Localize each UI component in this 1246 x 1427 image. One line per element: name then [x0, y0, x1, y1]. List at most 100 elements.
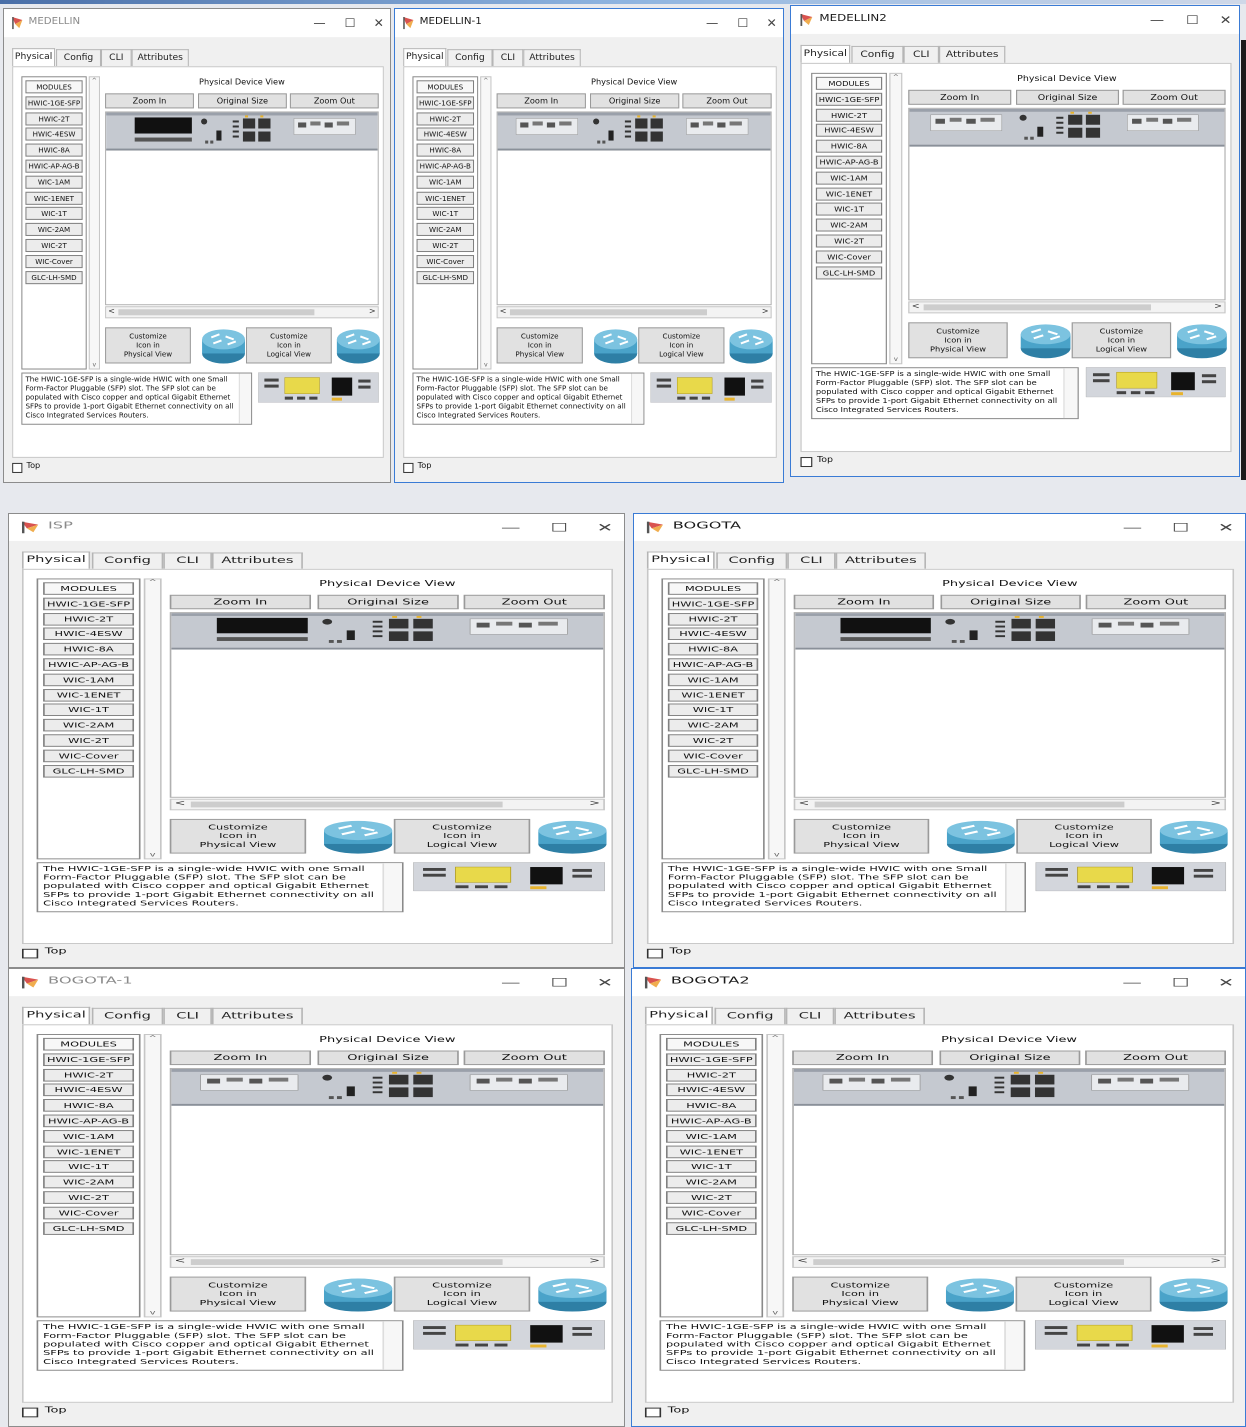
- module-item[interactable]: HWIC-2T: [667, 612, 759, 626]
- module-item[interactable]: HWIC-2T: [25, 112, 83, 126]
- module-item[interactable]: WIC-2T: [416, 238, 475, 253]
- scroll-up-icon[interactable]: ^: [145, 579, 160, 586]
- module-item[interactable]: HWIC-AP-AG-B: [43, 1114, 135, 1128]
- module-item[interactable]: WIC-1AM: [665, 1129, 757, 1143]
- original-size-button[interactable]: Original Size: [1016, 89, 1120, 105]
- scroll-thumb[interactable]: [118, 309, 315, 316]
- tab-cli[interactable]: CLI: [785, 1007, 835, 1025]
- scroll-down-icon[interactable]: v: [145, 852, 160, 859]
- module-item[interactable]: HWIC-1GE-SFP: [43, 1053, 135, 1066]
- customize-physical-icon-button[interactable]: Customize Icon in Physical View: [793, 818, 930, 854]
- tab-cli[interactable]: CLI: [787, 552, 836, 569]
- module-item[interactable]: WIC-1AM: [815, 171, 883, 185]
- module-description[interactable]: The HWIC-1GE-SFP is a single-wide HWIC w…: [36, 862, 404, 913]
- tab-physical[interactable]: Physical: [12, 48, 56, 67]
- module-item[interactable]: GLC-LH-SMD: [665, 1221, 757, 1235]
- scroll-thumb[interactable]: [509, 309, 707, 316]
- device-view-area[interactable]: [169, 612, 605, 798]
- module-item[interactable]: HWIC-4ESW: [25, 127, 83, 141]
- maximize-button[interactable]: ☐: [535, 516, 584, 539]
- tab-attributes[interactable]: Attributes: [211, 552, 303, 569]
- scroll-left-icon[interactable]: <: [797, 1256, 808, 1265]
- scroll-right-icon[interactable]: >: [369, 306, 376, 315]
- tab-cli[interactable]: CLI: [903, 45, 940, 63]
- module-item[interactable]: HWIC-8A: [416, 143, 475, 157]
- minimize-button[interactable]: —: [486, 971, 535, 994]
- module-item[interactable]: WIC-1ENET: [815, 187, 883, 201]
- module-item[interactable]: HWIC-4ESW: [43, 627, 135, 641]
- top-checkbox[interactable]: [646, 948, 664, 959]
- scroll-left-icon[interactable]: <: [175, 799, 186, 808]
- tab-attributes[interactable]: Attributes: [835, 552, 926, 569]
- minimize-button[interactable]: —: [697, 11, 728, 35]
- tab-cli[interactable]: CLI: [163, 1007, 212, 1025]
- module-item[interactable]: HWIC-1GE-SFP: [667, 597, 759, 610]
- minimize-button[interactable]: —: [1108, 971, 1157, 994]
- customize-logical-icon-button[interactable]: Customize Icon in Logical View: [393, 1276, 531, 1312]
- tab-config[interactable]: Config: [56, 49, 101, 67]
- module-item[interactable]: WIC-1T: [43, 703, 135, 717]
- device-view-area[interactable]: [105, 111, 379, 306]
- tab-physical[interactable]: Physical: [644, 1006, 713, 1025]
- minimize-button[interactable]: —: [486, 516, 535, 539]
- maximize-button[interactable]: ☐: [1157, 516, 1205, 539]
- module-item[interactable]: HWIC-AP-AG-B: [665, 1114, 757, 1128]
- zoom-out-button[interactable]: Zoom Out: [1085, 594, 1227, 610]
- module-description[interactable]: The HWIC-1GE-SFP is a single-wide HWIC w…: [412, 372, 645, 425]
- router-physical-icon[interactable]: [322, 817, 395, 855]
- module-item[interactable]: WIC-2AM: [416, 223, 475, 237]
- scroll-thumb[interactable]: [923, 304, 1151, 311]
- scroll-thumb[interactable]: [190, 801, 503, 808]
- zoom-in-button[interactable]: Zoom In: [496, 93, 586, 109]
- module-description[interactable]: The HWIC-1GE-SFP is a single-wide HWIC w…: [811, 367, 1079, 420]
- zoom-in-button[interactable]: Zoom In: [793, 594, 935, 610]
- device-view-hscroll[interactable]: < >: [169, 1256, 605, 1268]
- scroll-up-icon[interactable]: ^: [481, 77, 490, 84]
- module-item[interactable]: WIC-2AM: [43, 1175, 135, 1189]
- module-item[interactable]: HWIC-8A: [43, 643, 135, 656]
- title-bar[interactable]: BOGOTA2 — ☐ ✕: [632, 969, 1245, 997]
- module-item[interactable]: WIC-1T: [667, 703, 759, 717]
- scroll-left-icon[interactable]: <: [912, 301, 920, 310]
- modules-scrollbar[interactable]: ^ v: [143, 1034, 162, 1318]
- customize-physical-icon-button[interactable]: Customize Icon in Physical View: [169, 818, 307, 854]
- zoom-in-button[interactable]: Zoom In: [105, 93, 194, 109]
- module-item[interactable]: WIC-1T: [416, 207, 475, 221]
- modules-scrollbar[interactable]: ^ v: [767, 578, 786, 860]
- scroll-right-icon[interactable]: >: [1210, 799, 1221, 808]
- module-item[interactable]: HWIC-AP-AG-B: [43, 658, 135, 671]
- scroll-right-icon[interactable]: >: [589, 1256, 600, 1265]
- module-description[interactable]: The HWIC-1GE-SFP is a single-wide HWIC w…: [661, 862, 1026, 913]
- zoom-out-button[interactable]: Zoom Out: [463, 1050, 605, 1066]
- minimize-button[interactable]: —: [304, 11, 335, 35]
- scroll-left-icon[interactable]: <: [108, 306, 115, 315]
- scroll-thumb[interactable]: [814, 801, 1125, 808]
- module-item[interactable]: WIC-1ENET: [667, 688, 759, 702]
- zoom-out-button[interactable]: Zoom Out: [1085, 1050, 1226, 1066]
- module-item[interactable]: HWIC-8A: [665, 1099, 757, 1112]
- module-item[interactable]: WIC-2AM: [667, 719, 759, 732]
- device-view-area[interactable]: [908, 107, 1226, 301]
- module-item[interactable]: GLC-LH-SMD: [667, 764, 759, 778]
- module-item[interactable]: WIC-1ENET: [416, 191, 475, 205]
- description-scrollbar[interactable]: [238, 373, 252, 424]
- device-view-hscroll[interactable]: < >: [496, 306, 772, 319]
- maximize-button[interactable]: ☐: [535, 971, 584, 994]
- tab-attributes[interactable]: Attributes: [131, 49, 189, 67]
- zoom-out-button[interactable]: Zoom Out: [289, 93, 379, 109]
- maximize-button[interactable]: ☐: [1156, 971, 1205, 994]
- module-item[interactable]: HWIC-1GE-SFP: [416, 96, 475, 110]
- tab-physical[interactable]: Physical: [403, 48, 447, 67]
- module-item[interactable]: GLC-LH-SMD: [43, 764, 135, 778]
- module-item[interactable]: WIC-2T: [43, 1191, 135, 1204]
- original-size-button[interactable]: Original Size: [198, 93, 287, 109]
- module-item[interactable]: HWIC-8A: [815, 139, 883, 153]
- module-item[interactable]: HWIC-4ESW: [43, 1083, 135, 1097]
- modules-scrollbar[interactable]: ^ v: [143, 578, 162, 860]
- module-item[interactable]: HWIC-1GE-SFP: [43, 597, 135, 610]
- module-item[interactable]: HWIC-AP-AG-B: [667, 658, 759, 671]
- module-item[interactable]: HWIC-2T: [416, 112, 475, 126]
- scroll-up-icon[interactable]: ^: [90, 77, 99, 84]
- tab-config[interactable]: Config: [447, 49, 493, 67]
- module-item[interactable]: WIC-Cover: [416, 254, 475, 268]
